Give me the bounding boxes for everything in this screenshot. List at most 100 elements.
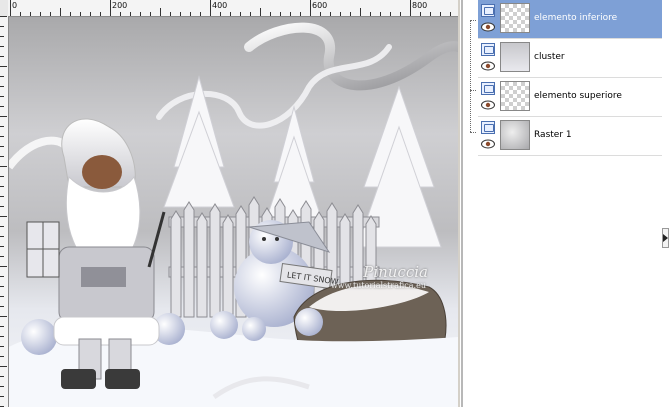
ruler-minor-tick (0, 86, 4, 87)
ruler-minor-tick (20, 12, 21, 16)
ruler-minor-tick (0, 176, 4, 177)
ruler-minor-tick (10, 8, 11, 16)
ruler-minor-tick (80, 12, 81, 16)
layer-group-connector (470, 20, 471, 132)
ruler-minor-tick (140, 12, 141, 16)
layer-row-cluster[interactable]: cluster (478, 39, 662, 78)
ruler-minor-tick (420, 12, 421, 16)
ruler-minor-tick (440, 12, 441, 16)
chevron-right-icon (663, 234, 668, 242)
fence-picket (222, 214, 234, 318)
ruler-minor-tick (300, 12, 301, 16)
layer-type-icon (481, 4, 495, 17)
visibility-eye-icon[interactable] (481, 100, 495, 110)
fence-picket (209, 203, 221, 318)
ruler-minor-tick (0, 376, 4, 377)
ruler-minor-tick (0, 36, 4, 37)
image-canvas[interactable]: LET IT SNOW Pinuccia www.tutorialstrafic… (9, 17, 458, 407)
image-editor-area: 0 200 400 600 800 LET IT SNOW Pinuccia w… (0, 0, 460, 407)
ruler-minor-tick (60, 8, 61, 16)
ruler-minor-tick (0, 106, 4, 107)
ruler-minor-tick (0, 316, 7, 317)
snowball (210, 311, 238, 339)
layer-type-icon (481, 82, 495, 95)
ruler-label: 800 (412, 1, 428, 10)
ruler-minor-tick (0, 256, 4, 257)
ruler-minor-tick (0, 56, 4, 57)
ruler-minor-tick (0, 166, 7, 167)
layer-thumbnail (500, 3, 530, 33)
ruler-minor-tick (360, 8, 361, 16)
layer-row-elemento-inferiore[interactable]: elemento inferiore (478, 0, 662, 39)
fence-picket (196, 212, 208, 318)
ruler-minor-tick (370, 12, 371, 16)
ruler-minor-tick (0, 216, 7, 217)
ruler-minor-tick (200, 12, 201, 16)
fence-picket (183, 201, 195, 318)
layer-row-raster-1[interactable]: Raster 1 (478, 117, 662, 156)
horizontal-ruler[interactable]: 0 200 400 600 800 (8, 0, 458, 17)
ruler-minor-tick (0, 26, 4, 27)
ruler-minor-tick (410, 8, 411, 16)
ruler-minor-tick (130, 12, 131, 16)
visibility-eye-icon[interactable] (481, 22, 495, 32)
panel-divider[interactable] (461, 0, 463, 407)
ruler-minor-tick (0, 226, 4, 227)
winter-scene-artwork: LET IT SNOW (9, 22, 458, 407)
ruler-minor-tick (0, 206, 4, 207)
ruler-minor-tick (0, 346, 4, 347)
ruler-minor-tick (450, 12, 451, 16)
ruler-minor-tick (0, 46, 4, 47)
ruler-minor-tick (380, 12, 381, 16)
ruler-minor-tick (390, 12, 391, 16)
layer-thumbnail (500, 42, 530, 72)
ruler-minor-tick (100, 12, 101, 16)
ruler-minor-tick (210, 8, 211, 16)
ruler-minor-tick (0, 76, 4, 77)
ruler-minor-tick (0, 96, 4, 97)
watermark-name: Pinuccia (363, 263, 428, 281)
ruler-minor-tick (0, 306, 4, 307)
panel-scroll-arrow[interactable] (662, 228, 669, 248)
ruler-minor-tick (0, 296, 4, 297)
ruler-minor-tick (0, 126, 4, 127)
ruler-minor-tick (240, 12, 241, 16)
ruler-minor-tick (0, 16, 7, 17)
ruler-minor-tick (0, 266, 7, 267)
ruler-label: 400 (212, 1, 228, 10)
ruler-minor-tick (0, 356, 4, 357)
ruler-minor-tick (0, 156, 4, 157)
ruler-minor-tick (340, 12, 341, 16)
snowball (21, 319, 57, 355)
ruler-minor-tick (0, 186, 4, 187)
visibility-eye-icon[interactable] (481, 61, 495, 71)
ruler-minor-tick (0, 146, 4, 147)
snowball (295, 308, 323, 336)
layer-name: elemento inferiore (534, 13, 618, 23)
visibility-eye-icon[interactable] (481, 139, 495, 149)
ruler-minor-tick (270, 12, 271, 16)
ruler-minor-tick (0, 276, 4, 277)
layer-name: Raster 1 (534, 130, 572, 140)
ruler-minor-tick (50, 12, 51, 16)
ruler-minor-tick (280, 12, 281, 16)
layer-thumbnail (500, 120, 530, 150)
ruler-minor-tick (170, 12, 171, 16)
ruler-minor-tick (160, 8, 161, 16)
fence-picket (170, 210, 182, 318)
ruler-label: 0 (12, 1, 18, 10)
ruler-minor-tick (250, 12, 251, 16)
ruler-minor-tick (260, 8, 261, 16)
layer-name: cluster (534, 52, 565, 62)
ruler-minor-tick (320, 12, 321, 16)
layer-row-elemento-superiore[interactable]: elemento superiore (478, 78, 662, 117)
ruler-minor-tick (30, 12, 31, 16)
layer-group-connector (470, 132, 476, 134)
ruler-minor-tick (120, 12, 121, 16)
layer-group-connector (470, 20, 476, 22)
vertical-ruler[interactable] (0, 16, 9, 407)
ruler-minor-tick (0, 246, 4, 247)
layer-type-icon (481, 121, 495, 134)
ruler-minor-tick (70, 12, 71, 16)
ruler-minor-tick (0, 236, 4, 237)
